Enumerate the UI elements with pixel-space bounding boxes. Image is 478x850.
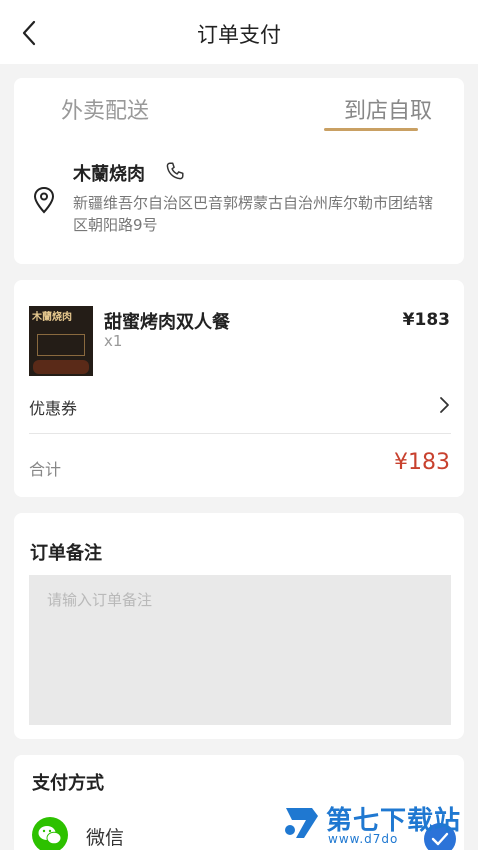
- watermark-logo-icon: [285, 808, 318, 838]
- store-address: 新疆维吾尔自治区巴音郭楞蒙古自治州库尔勒市团结辖区朝阳路9号: [73, 194, 434, 234]
- tab-delivery[interactable]: 外卖配送: [61, 93, 149, 125]
- wechat-icon: [32, 817, 68, 850]
- coupon-label: 优惠券: [29, 399, 78, 418]
- item-price: ¥183: [402, 310, 450, 330]
- food-image-logo: 木蘭烧肉: [32, 312, 72, 323]
- top-navbar: 订单支付: [0, 0, 478, 64]
- location-pin-icon: [33, 186, 55, 214]
- phone-icon[interactable]: [164, 160, 186, 182]
- total-price: ¥183: [394, 450, 450, 475]
- store-name: 木蘭烧肉: [73, 164, 145, 185]
- remark-card: 订单备注: [14, 513, 464, 739]
- watermark: 第七下载站 www.d7do: [282, 796, 478, 850]
- tab-pickup[interactable]: 到店自取: [344, 93, 432, 125]
- watermark-url: www.d7do: [328, 832, 399, 846]
- divider: [29, 433, 451, 434]
- item-quantity: x1: [104, 332, 123, 350]
- item-name: 甜蜜烤肉双人餐: [104, 312, 230, 333]
- remark-title: 订单备注: [30, 543, 102, 564]
- remark-input[interactable]: [29, 575, 451, 725]
- total-label: 合计: [29, 460, 62, 479]
- wechat-label: 微信: [86, 827, 125, 849]
- delivery-mode-tabs: 外卖配送 到店自取: [14, 78, 464, 138]
- order-card: 木蘭烧肉 甜蜜烤肉双人餐 x1 ¥183 优惠券 合计 ¥183: [14, 280, 464, 497]
- chevron-right-icon: [440, 397, 449, 413]
- active-tab-indicator: [324, 128, 418, 131]
- food-image: 木蘭烧肉: [29, 306, 93, 376]
- page-title: 订单支付: [197, 23, 281, 47]
- payment-title: 支付方式: [32, 773, 104, 794]
- store-card: 外卖配送 到店自取 木蘭烧肉 新疆维吾尔自治区巴音郭楞蒙古自治州库尔勒市团结辖区…: [14, 78, 464, 264]
- coupon-row[interactable]: 优惠券: [29, 390, 451, 432]
